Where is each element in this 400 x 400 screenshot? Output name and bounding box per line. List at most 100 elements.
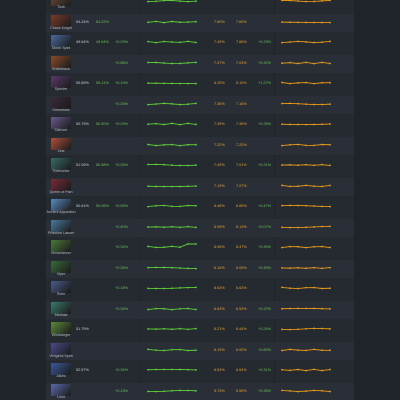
table-row[interactable]: Queen of Pain 7.19% 7.07% — [46, 177, 354, 196]
sparkline-point — [313, 348, 315, 350]
table-row[interactable]: Windranger 51.79% 6.21% 6.44% +0.24% — [46, 321, 354, 340]
sparkline-point — [195, 204, 197, 207]
pick-rate: 6.99% — [214, 224, 225, 229]
pick-rate: 6.54% — [214, 368, 225, 372]
win-rate-previous: 54.22% — [96, 19, 109, 24]
hero-name[interactable]: Sven — [46, 292, 76, 296]
table-row[interactable]: Bristleback +0.86% 7.37% 7.03% +0.32% — [46, 54, 354, 73]
win-rate-change: +0.34% — [115, 245, 128, 249]
table-row[interactable]: Silencer 50.79% 50.50% +0.29% 7.39% 7.39% +0.2… — [46, 116, 354, 135]
sparkline-point — [321, 21, 323, 23]
pick-rate-previous: 6.89% — [236, 204, 247, 208]
sparkline-point — [163, 204, 165, 207]
sparkline-point — [313, 41, 315, 44]
pick-rate-previous: 7.60% — [236, 19, 247, 24]
pick-rate: 6.63% — [214, 286, 225, 290]
hero-name[interactable]: Viper — [46, 272, 76, 276]
table-row[interactable]: Spectre 55.89% 55.11% +0.19% 6.25% 5.10% +1.27… — [46, 75, 354, 94]
sparkline-point — [305, 61, 307, 63]
table-row[interactable]: Phantom Lancer +0.40% 6.99% 6.13% +0.07% — [46, 218, 354, 237]
pick-rate-sparkline — [281, 266, 331, 269]
win-rate-change: +0.40% — [115, 224, 128, 229]
sparkline-point — [187, 204, 189, 207]
sparkline-point — [195, 184, 197, 187]
sparkline-point — [281, 225, 283, 228]
hero-name[interactable]: Storm Spirit — [46, 46, 76, 50]
table-row[interactable]: Grimstroke +0.26% 7.36% 7.16% — [46, 95, 354, 114]
pick-rate-previous: 7.16% — [236, 101, 247, 106]
hero-name[interactable]: Tidehunter — [46, 169, 76, 173]
hero-name[interactable]: Grimstroke — [46, 108, 76, 112]
hero-name[interactable]: Luna — [46, 395, 76, 399]
sparkline-point — [155, 307, 157, 309]
sparkline-point — [281, 184, 283, 186]
sparkline-point — [297, 0, 299, 2]
win-rate-sparkline — [147, 307, 197, 310]
table-row[interactable]: Ancient Apparition 50.61% 50.06% +0.55% 6.46… — [46, 198, 354, 217]
table-row[interactable]: Viper +0.26% 6.16% 6.09% +0.39% — [46, 259, 354, 278]
pick-rate-change: +0.35% — [258, 388, 271, 393]
win-rate-change: +0.26% — [115, 101, 128, 106]
table-row[interactable]: Tusk — [46, 0, 354, 12]
hero-name[interactable]: Lina — [46, 149, 76, 153]
sparkline-point — [155, 41, 157, 44]
table-row[interactable]: Medusa +0.34% 6.63% 6.53% +0.22% — [46, 300, 354, 319]
pick-rate: 7.19% — [214, 183, 225, 188]
table-row[interactable]: Vengeful Spirit 6.19% 6.92% +0.80% — [46, 341, 354, 360]
hero-name[interactable]: Tusk — [46, 5, 76, 9]
table-row[interactable]: Venomancer +0.34% 6.96% 6.37% +0.39% — [46, 239, 354, 258]
pick-rate-change: +0.31% — [258, 368, 271, 372]
table-row[interactable]: Sven +0.18% 6.63% 6.63% — [46, 280, 354, 299]
pick-rate-change: +0.23% — [258, 40, 271, 44]
hero-name[interactable]: Ancient Apparition — [46, 210, 76, 214]
sparkline-point — [313, 123, 315, 126]
sparkline-point — [163, 368, 165, 371]
table-row[interactable]: Lina 7.22% 7.22% — [46, 136, 354, 155]
sparkline-point — [305, 246, 307, 249]
table-row[interactable]: Luna +0.13% 5.73% 5.59% +0.35% — [46, 382, 354, 400]
sparkline-point — [147, 163, 149, 166]
hero-name[interactable]: Bristleback — [46, 67, 76, 71]
hero-name[interactable]: Phantom Lancer — [46, 231, 76, 235]
hero-name[interactable]: Chaos Knight — [46, 26, 76, 30]
table-row[interactable]: Jakiro 52.57% +0.34% 6.54% 6.54% +0.31% — [46, 362, 354, 381]
hero-name[interactable]: Medusa — [46, 313, 76, 317]
hero-name[interactable]: Vengeful Spirit — [46, 354, 76, 358]
sparkline-point — [305, 204, 307, 207]
sparkline-point — [329, 390, 331, 392]
hero-name[interactable]: Jakiro — [46, 374, 76, 378]
pick-rate: 7.39% — [214, 122, 225, 126]
table-row[interactable]: Tidehunter 51.05% 50.58% +0.26% 7.49% 7.01% +0… — [46, 157, 354, 176]
win-rate-sparkline — [147, 204, 197, 208]
sparkline-point — [329, 102, 331, 105]
sparkline-point — [289, 20, 291, 23]
sparkline-point — [289, 226, 291, 228]
hero-name[interactable]: Spectre — [46, 87, 76, 91]
sparkline-point — [163, 102, 165, 104]
hero-name[interactable]: Queen of Pain — [46, 190, 76, 194]
sparkline-point — [147, 184, 149, 187]
sparkline-point — [195, 327, 197, 330]
table-row[interactable]: Storm Spirit 49.64% 49.64% +0.29% 7.49% 7.66%… — [46, 34, 354, 53]
sparkline-point — [289, 245, 291, 248]
win-rate-previous: 50.58% — [96, 163, 109, 167]
hero-name[interactable]: Windranger — [46, 333, 76, 337]
hero-name[interactable]: Venomancer — [46, 251, 76, 255]
sparkline-point — [147, 0, 149, 3]
sparkline-point — [171, 102, 173, 105]
sparkline-point — [329, 184, 331, 186]
pick-rate: 7.49% — [214, 40, 225, 44]
sparkline-point — [187, 102, 189, 105]
sparkline-point — [297, 348, 299, 351]
sparkline-point — [171, 205, 173, 208]
sparkline-point — [179, 266, 181, 269]
hero-name[interactable]: Silencer — [46, 128, 76, 132]
sparkline-point — [305, 123, 307, 126]
pick-rate: 6.19% — [214, 347, 225, 352]
sparkline-point — [289, 123, 291, 126]
sparkline-point — [321, 389, 323, 392]
table-row[interactable]: Chaos Knight 54.24% 54.22% 7.60% 7.60% — [46, 13, 354, 32]
sparkline-point — [187, 61, 189, 64]
sparkline-point — [147, 328, 149, 330]
sparkline-point — [321, 163, 323, 166]
